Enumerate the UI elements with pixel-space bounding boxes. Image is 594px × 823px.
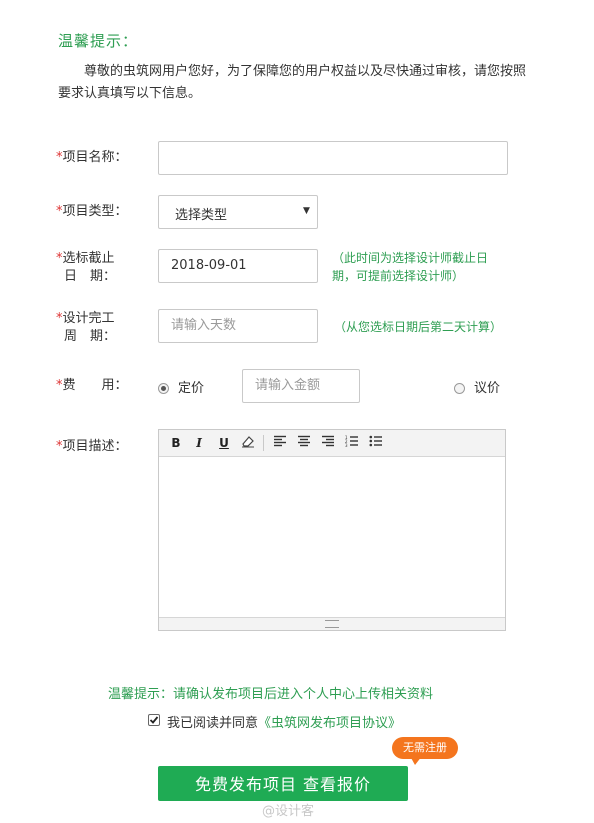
underline-icon[interactable]: U xyxy=(215,434,233,452)
resize-grip-icon[interactable] xyxy=(325,620,339,628)
align-right-icon[interactable] xyxy=(319,434,337,452)
fee-label: *费 用： xyxy=(56,378,128,393)
description-editor[interactable]: B I U 123 xyxy=(158,429,506,631)
align-left-icon[interactable] xyxy=(271,434,289,452)
eraser-icon[interactable] xyxy=(239,434,257,452)
project-type-selected: 选择类型 xyxy=(175,208,228,223)
badge-tail xyxy=(410,756,422,765)
project-name-label: *项目名称： xyxy=(56,150,128,165)
svg-text:3: 3 xyxy=(345,443,348,447)
bid-deadline-label: *选标截止 日 期： xyxy=(56,251,117,284)
agree-prefix: 我已阅读并同意 xyxy=(167,716,259,731)
fee-fixed-label: 定价 xyxy=(178,381,205,396)
fee-fixed-radio[interactable] xyxy=(158,383,169,394)
design-period-label: *设计完工 周 期： xyxy=(56,311,117,344)
bid-deadline-note: （此时间为选择设计师截止日期，可提前选择设计师） xyxy=(332,251,489,283)
design-period-input[interactable]: 请输入天数 xyxy=(158,309,318,343)
description-label: *项目描述： xyxy=(56,439,128,454)
agree-text: 我已阅读并同意《虫筑网发布项目协议》 xyxy=(167,712,401,731)
checkmark-icon xyxy=(149,716,159,724)
project-type-select[interactable]: 选择类型 ▼ xyxy=(158,195,318,229)
design-period-note: （从您选标日期后第二天计算） xyxy=(334,320,503,334)
editor-toolbar: B I U 123 xyxy=(159,430,505,457)
editor-resize-bar[interactable] xyxy=(159,617,505,630)
editor-content-area[interactable] xyxy=(159,457,505,618)
fee-negotiable-label: 议价 xyxy=(474,381,501,396)
watermark: @设计客 xyxy=(262,804,315,819)
ordered-list-icon[interactable]: 123 xyxy=(343,434,361,452)
tip-title: 温馨提示： xyxy=(58,32,139,50)
toolbar-divider xyxy=(263,435,264,451)
agreement-link[interactable]: 《虫筑网发布项目协议》 xyxy=(258,716,401,731)
fee-amount-input[interactable]: 请输入金额 xyxy=(242,369,360,403)
unordered-list-icon[interactable] xyxy=(367,434,385,452)
project-name-input[interactable] xyxy=(158,141,508,175)
italic-icon[interactable]: I xyxy=(190,434,208,452)
fee-negotiable-radio[interactable] xyxy=(454,383,465,394)
bid-deadline-input[interactable]: 2018-09-01 xyxy=(158,249,318,283)
agree-checkbox[interactable] xyxy=(148,714,160,726)
bid-deadline-value: 2018-09-01 xyxy=(171,258,247,273)
design-period-placeholder: 请输入天数 xyxy=(171,318,237,333)
project-type-label: *项目类型： xyxy=(56,204,128,219)
publish-project-button[interactable]: 免费发布项目 查看报价 xyxy=(158,766,408,801)
bold-icon[interactable]: B xyxy=(167,434,185,452)
align-center-icon[interactable] xyxy=(295,434,313,452)
chevron-down-icon: ▼ xyxy=(303,206,310,216)
no-registration-badge: 无需注册 xyxy=(392,737,458,759)
fee-amount-placeholder: 请输入金额 xyxy=(255,378,321,393)
bottom-tip: 温馨提示：请确认发布项目后进入个人中心上传相关资料 xyxy=(108,687,434,702)
tip-intro: 尊敬的虫筑网用户您好，为了保障您的用户权益以及尽快通过审核，请您按照要求认真填写… xyxy=(58,64,527,101)
